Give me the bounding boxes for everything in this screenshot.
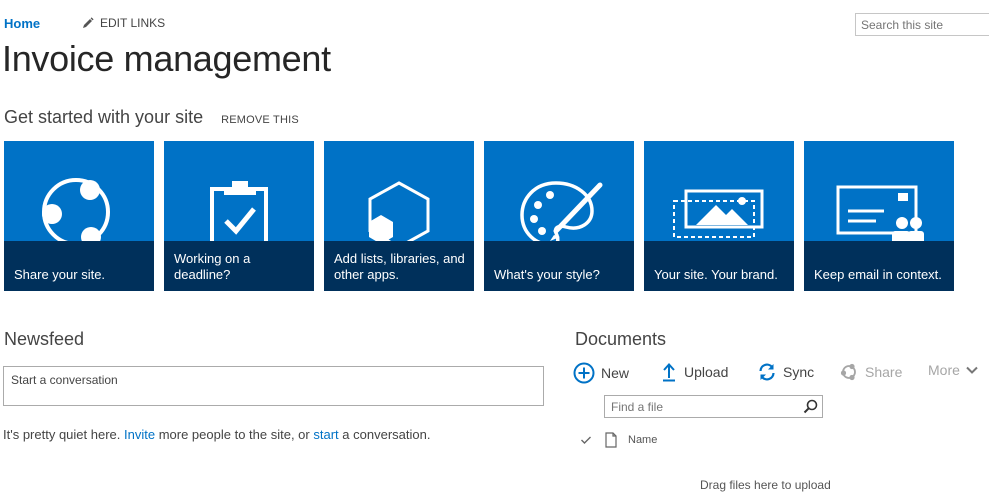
drag-upload-hint: Drag files here to upload (700, 478, 831, 492)
tile-band (4, 241, 154, 291)
tile-band (804, 241, 954, 291)
edit-links-label: EDIT LINKS (100, 16, 166, 30)
upload-label: Upload (684, 364, 729, 380)
page-title: Invoice management (2, 38, 331, 79)
new-document-button[interactable]: New (573, 362, 629, 384)
remove-this-link[interactable]: REMOVE THIS (221, 114, 299, 126)
tile-label: Working on a deadline? (174, 251, 251, 282)
tile-brand[interactable]: Your site. Your brand. (644, 141, 794, 291)
quiet-text-post: a conversation. (342, 427, 431, 442)
tile-add-apps[interactable]: Add lists, libraries, and other apps. (324, 141, 474, 291)
more-label: More (928, 362, 960, 378)
tile-email[interactable]: Keep email in context. (804, 141, 954, 291)
tile-label: Add lists, libraries, and other apps. (334, 251, 465, 282)
tile-label: Keep email in context. (814, 267, 942, 282)
newsfeed-quiet-message: It's pretty quiet here. Invite more peop… (3, 427, 430, 442)
new-label: New (601, 365, 630, 381)
upload-button[interactable]: Upload (660, 362, 728, 382)
checkmark-icon[interactable] (580, 435, 592, 445)
edit-links-button[interactable]: EDIT LINKS (82, 16, 165, 30)
find-file-input[interactable] (604, 395, 823, 418)
sync-icon (759, 363, 775, 381)
upload-icon (663, 363, 675, 382)
sync-button[interactable]: Sync (757, 362, 814, 382)
tile-style[interactable]: What's your style? (484, 141, 634, 291)
tile-share-site[interactable]: Share your site. (4, 141, 154, 291)
newsfeed-title: Newsfeed (4, 329, 85, 349)
plus-circle-icon (573, 362, 595, 384)
pencil-icon (83, 17, 94, 28)
share-icon (840, 363, 856, 381)
chevron-down-icon (966, 366, 978, 374)
documents-column-header: Name (580, 432, 657, 448)
top-nav: Home EDIT LINKS (4, 16, 165, 31)
quiet-text-pre: It's pretty quiet here. (3, 427, 121, 442)
start-link[interactable]: start (313, 427, 338, 442)
quiet-text-mid: more people to the site, or (158, 427, 310, 442)
get-started-title: Get started with your site (4, 107, 204, 127)
tile-band (644, 241, 794, 291)
get-started-header: Get started with your site REMOVE THIS (4, 107, 299, 128)
tile-deadline[interactable]: Working on a deadline? (164, 141, 314, 291)
search-input[interactable] (855, 13, 989, 36)
tile-label: Share your site. (14, 267, 106, 282)
documents-title: Documents (575, 329, 667, 349)
tile-label: Your site. Your brand. (654, 267, 778, 282)
share-label: Share (865, 364, 903, 380)
search-icon[interactable] (803, 399, 818, 414)
share-button[interactable]: Share (839, 362, 902, 382)
tile-band (484, 241, 634, 291)
home-link[interactable]: Home (4, 16, 40, 31)
document-icon (605, 432, 617, 448)
sync-label: Sync (783, 364, 815, 380)
column-name-label[interactable]: Name (628, 434, 657, 446)
more-button[interactable]: More (928, 362, 979, 378)
invite-link[interactable]: Invite (124, 427, 155, 442)
tile-label: What's your style? (494, 267, 600, 282)
conversation-input[interactable]: Start a conversation (3, 366, 544, 406)
